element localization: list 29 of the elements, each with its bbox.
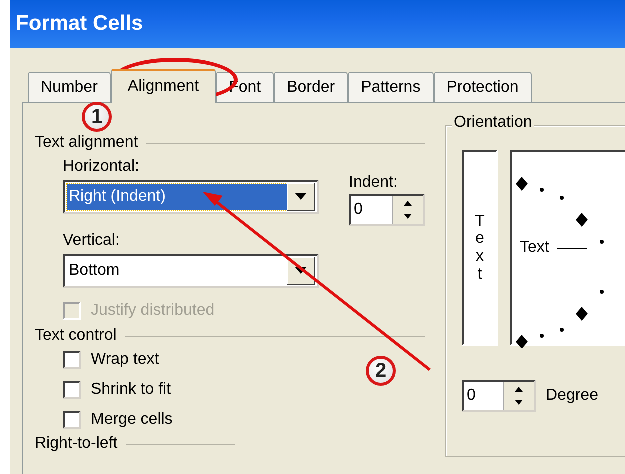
checkbox[interactable] bbox=[63, 381, 81, 399]
checkbox-label: Justify distributed bbox=[91, 302, 215, 320]
spin-arrows-icon[interactable] bbox=[392, 196, 423, 224]
dial-text: Text bbox=[520, 239, 550, 257]
tab[interactable]: Alignment bbox=[110, 69, 216, 103]
window-title: Format Cells bbox=[10, 0, 625, 48]
checkbox-label: Wrap text bbox=[91, 351, 160, 369]
tab[interactable]: Patterns bbox=[348, 72, 434, 102]
checkbox-label: Merge cells bbox=[91, 411, 173, 429]
group-title: Right-to-left bbox=[35, 435, 118, 453]
group-title: Text alignment bbox=[35, 134, 138, 152]
tab[interactable]: Number bbox=[28, 72, 111, 102]
checkbox[interactable] bbox=[63, 411, 81, 429]
field-label: Horizontal: bbox=[63, 158, 140, 176]
group-title: Text control bbox=[35, 327, 117, 345]
field-label: Degree bbox=[546, 387, 598, 405]
field-label: Indent: bbox=[349, 174, 399, 192]
field-label: Vertical: bbox=[63, 232, 121, 250]
spin-field[interactable]: 0 bbox=[462, 380, 536, 412]
checkbox-label: Shrink to fit bbox=[91, 381, 172, 399]
dropdown-field[interactable]: Right (Indent) bbox=[63, 180, 319, 214]
spin-arrows-icon[interactable] bbox=[503, 382, 534, 410]
checkbox[interactable] bbox=[63, 351, 81, 369]
tab[interactable]: Protection bbox=[434, 72, 532, 102]
vertical-text-option[interactable]: Text bbox=[462, 150, 498, 346]
spin-field[interactable]: 0 bbox=[349, 194, 425, 226]
orientation-dial[interactable]: Text bbox=[510, 150, 625, 346]
dropdown-field[interactable]: Bottom bbox=[63, 254, 319, 288]
tab[interactable]: Border bbox=[274, 72, 348, 102]
